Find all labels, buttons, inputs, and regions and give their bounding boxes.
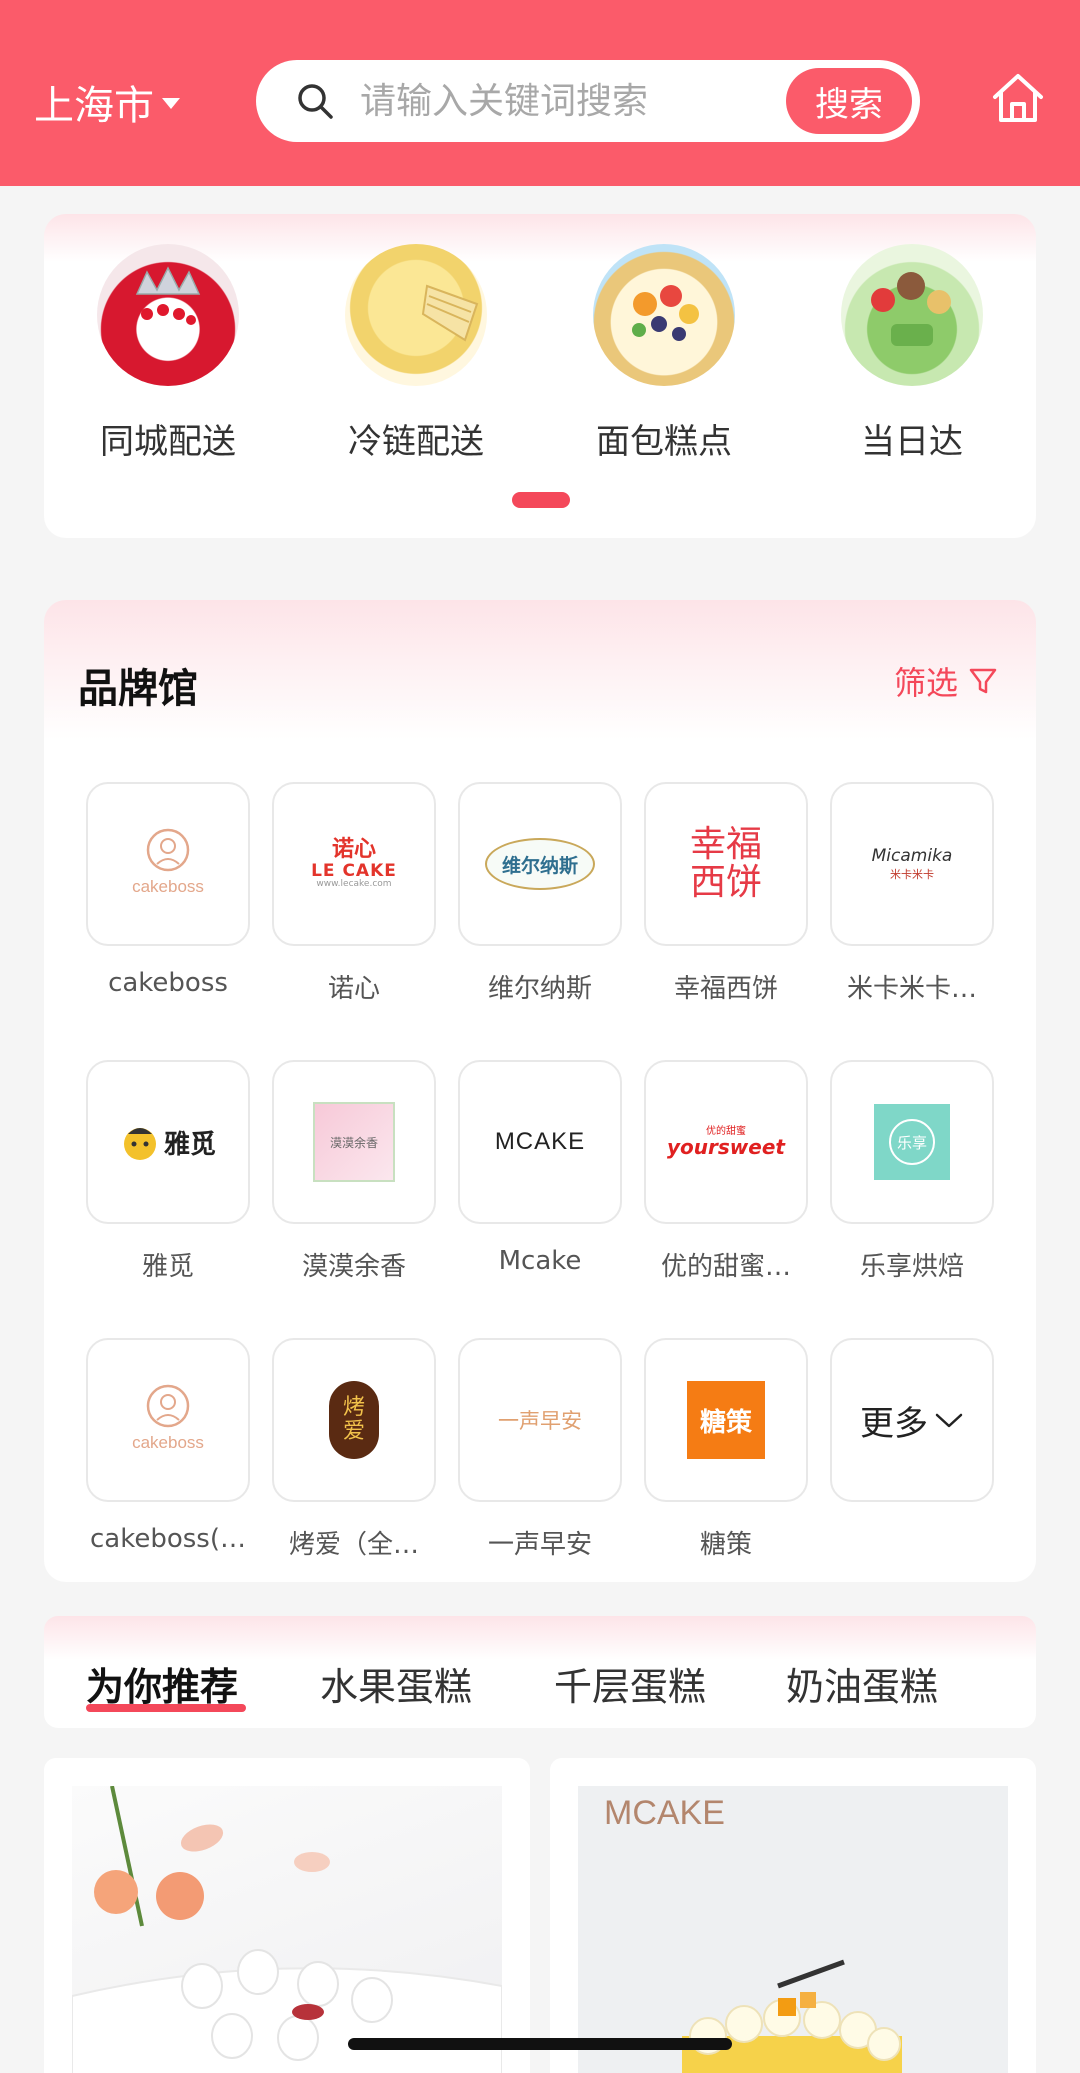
category-item-bakery[interactable]: 面包糕点: [564, 244, 764, 463]
brand-logo: 维尔纳斯: [458, 782, 622, 946]
caret-down-icon: [162, 97, 180, 109]
brand-logo: 诺心 LE CAKE www.lecake.com: [272, 782, 436, 946]
home-indicator-bar: [348, 2038, 732, 2050]
brand-logo: Micamika 米卡米卡: [830, 782, 994, 946]
category-tabs: 为你推荐 水果蛋糕 千层蛋糕 奶油蛋糕: [44, 1616, 1036, 1728]
brand-name: 幸福西饼: [673, 974, 778, 1004]
product-image: MCAKE: [578, 1786, 1008, 2073]
brand-item[interactable]: cakeboss cakeboss(…: [86, 1338, 250, 1554]
active-tab-indicator: [86, 1704, 246, 1712]
brand-logo: 乐享: [830, 1060, 994, 1224]
tab-fruit-cake[interactable]: 水果蛋糕: [320, 1656, 472, 1711]
brand-name: 优的甜蜜…: [660, 1252, 791, 1282]
brand-logo: 雅觅: [86, 1060, 250, 1224]
search-icon: [298, 84, 333, 119]
more-label: 更多: [860, 1403, 928, 1444]
brand-name: 诺心: [327, 974, 380, 1004]
city-selector[interactable]: 上海市: [34, 76, 180, 129]
brand-name: 雅觅: [141, 1252, 194, 1282]
brand-logo: 一声早安: [458, 1338, 622, 1502]
yummy-chef-icon: [123, 1128, 156, 1160]
product-image: [72, 1786, 502, 2073]
brand-logo: 糖策: [644, 1338, 808, 1502]
tab-cream-cake[interactable]: 奶油蛋糕: [786, 1656, 938, 1711]
strawberry-cake-image: [97, 244, 239, 386]
brand-name: 糖策: [699, 1530, 752, 1560]
brand-item[interactable]: 漠漠余香 漠漠余香: [272, 1060, 436, 1283]
city-label: 上海市: [34, 83, 154, 129]
brand-item[interactable]: 雅觅 雅觅: [86, 1060, 250, 1283]
home-icon[interactable]: [990, 70, 1046, 126]
brand-name: 一声早安: [487, 1530, 592, 1560]
category-item-cold-chain[interactable]: 冷链配送: [316, 244, 516, 463]
brand-item[interactable]: 幸福西饼 幸福西饼: [644, 782, 808, 1005]
brand-hall-card: 品牌馆 筛选 cakeboss cakeboss 诺心 LE CAKE www.…: [44, 600, 1036, 1582]
mille-crepe-cake-image: [345, 244, 487, 386]
category-card: 同城配送 冷链配送 面包糕点 当日达: [44, 214, 1036, 538]
more-brands-button[interactable]: 更多: [830, 1338, 994, 1502]
top-header: 上海市 搜索: [0, 0, 1080, 186]
brand-item[interactable]: MCAKE Mcake: [458, 1060, 622, 1276]
brand-logo: cakeboss: [86, 1338, 250, 1502]
search-input[interactable]: [360, 76, 740, 126]
brand-item[interactable]: cakeboss cakeboss: [86, 782, 250, 998]
category-item-same-day[interactable]: 当日达: [812, 244, 1012, 463]
chevron-down-icon: [935, 1413, 963, 1428]
fruit-tart-image: [593, 244, 735, 386]
more-box: 更多: [830, 1338, 994, 1502]
brand-name: 漠漠余香: [301, 1252, 406, 1282]
brand-logo: MCAKE: [458, 1060, 622, 1224]
filter-label: 筛选: [893, 664, 958, 702]
product-card[interactable]: MCAKE: [550, 1758, 1036, 2073]
brand-logo: 幸福西饼: [644, 782, 808, 946]
brand-item[interactable]: 烤爱 烤爱（全…: [272, 1338, 436, 1561]
category-label: 面包糕点: [596, 422, 732, 462]
brand-name: 米卡米卡…: [846, 974, 977, 1004]
carousel-page-indicator: [512, 492, 570, 508]
category-label: 冷链配送: [348, 422, 484, 462]
product-card[interactable]: [44, 1758, 530, 2073]
cakeboss-logo-icon: cakeboss: [132, 828, 204, 896]
search-bar[interactable]: 搜索: [256, 60, 920, 142]
tab-recommended[interactable]: 为你推荐: [86, 1656, 238, 1711]
brand-item[interactable]: Micamika 米卡米卡 米卡米卡…: [830, 782, 994, 1005]
category-item-city-delivery[interactable]: 同城配送: [68, 244, 268, 463]
category-label: 当日达: [861, 422, 963, 462]
brand-item[interactable]: 优的甜蜜 yoursweet 优的甜蜜…: [644, 1060, 808, 1283]
brand-name: 烤爱（全…: [288, 1530, 419, 1560]
brand-name: Mcake: [498, 1246, 582, 1276]
brand-item[interactable]: 维尔纳斯 维尔纳斯: [458, 782, 622, 1005]
brand-item[interactable]: 一声早安 一声早安: [458, 1338, 622, 1561]
filter-button[interactable]: 筛选: [894, 658, 998, 704]
brand-logo: 烤爱: [272, 1338, 436, 1502]
svg-text:cakeboss: cakeboss: [132, 877, 204, 896]
category-label: 同城配送: [100, 422, 236, 462]
search-button[interactable]: 搜索: [786, 68, 912, 134]
brand-item[interactable]: 乐享 乐享烘焙: [830, 1060, 994, 1283]
brand-logo: cakeboss: [86, 782, 250, 946]
brand-name: cakeboss(…: [90, 1524, 246, 1554]
brand-item[interactable]: 糖策 糖策: [644, 1338, 808, 1561]
brand-logo: 漠漠余香: [272, 1060, 436, 1224]
tab-mille-crepe[interactable]: 千层蛋糕: [554, 1656, 706, 1711]
brand-item[interactable]: 诺心 LE CAKE www.lecake.com 诺心: [272, 782, 436, 1005]
cakeboss-logo-icon: cakeboss: [132, 1384, 204, 1452]
brand-name: 乐享烘焙: [859, 1252, 964, 1282]
filter-icon: [969, 668, 997, 694]
matcha-cake-image: [841, 244, 983, 386]
brand-logo: 优的甜蜜 yoursweet: [644, 1060, 808, 1224]
svg-text:cakeboss: cakeboss: [132, 1433, 204, 1452]
section-title: 品牌馆: [78, 666, 198, 712]
brand-name: 维尔纳斯: [487, 974, 592, 1004]
brand-name: cakeboss: [108, 968, 228, 998]
